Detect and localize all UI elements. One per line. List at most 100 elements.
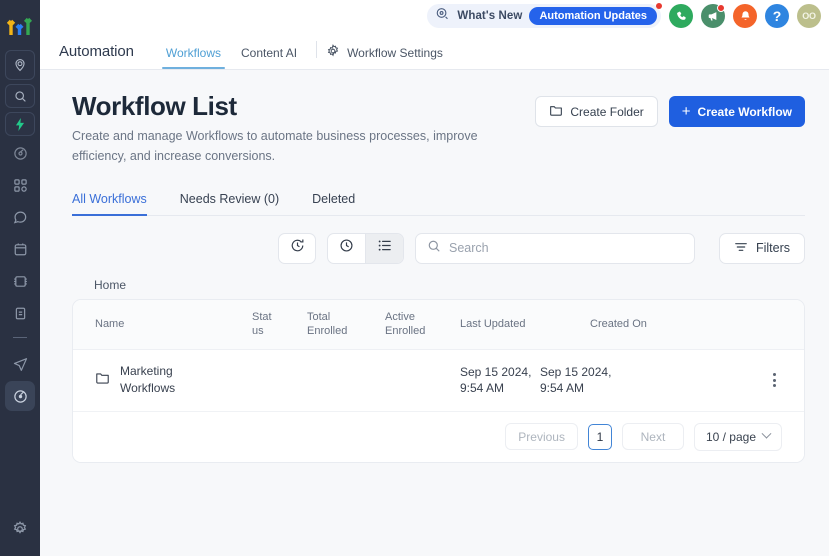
sidebar-item-quick-actions[interactable] [5,112,35,136]
automation-navbar: Automation Workflows Content AI Workflow… [40,32,829,70]
megaphone-announcement-icon[interactable] [701,4,725,28]
create-workflow-button[interactable]: + Create Workflow [668,96,805,127]
workflow-settings-link[interactable]: Workflow Settings [326,44,443,69]
page-size-label: 10 / page [705,429,756,444]
gear-icon [326,44,340,61]
clock-refresh-icon [290,238,305,258]
page-size-select[interactable]: 10 / page [693,422,782,451]
sidebar-item-dashboard[interactable] [5,138,35,168]
page-subtitle: Create and manage Workflows to automate … [72,128,478,164]
search-input[interactable] [449,241,683,256]
conversations-icon [13,210,28,225]
column-header-name: Name [95,317,125,330]
tab-workflows[interactable]: Workflows [156,46,231,69]
filters-button[interactable]: Filters [718,232,805,264]
settings-gear-icon [12,521,28,537]
chevron-down-icon [761,429,772,439]
history-button[interactable] [278,232,316,264]
notification-bell-icon[interactable] [733,4,757,28]
dashboard-icon [13,146,28,161]
page-title: Workflow List [72,91,237,121]
column-header-active-enrolled: Active Enrolled [385,310,426,338]
breadcrumb[interactable]: Home [72,278,805,292]
folder-icon [549,103,563,120]
sidebar-item-calendar[interactable] [5,234,35,264]
left-sidebar [0,0,40,556]
list-toolbar: Filters [72,232,805,264]
nav-separator [316,41,318,58]
top-header-bar: What's New Automation Updates ? OO [40,0,829,32]
sidebar-item-opportunities[interactable] [5,298,35,328]
location-pin-icon [13,58,27,72]
help-question-icon[interactable]: ? [765,4,789,28]
sidebar-item-conversations[interactable] [5,202,35,232]
marketing-send-icon [13,357,28,372]
lightning-bolt-icon [14,117,26,131]
filter-icon [734,240,748,257]
sidebar-top-group [0,50,40,136]
table-row[interactable]: Marketing Workflows Sep 15 2024, 9:54 AM… [73,350,804,412]
row-name-label: Marketing Workflows [120,363,176,396]
cell-created-on: Sep 15 2024, 9:54 AM [540,364,612,396]
whats-new-red-dot [656,3,662,9]
cell-last-updated: Sep 15 2024, 9:54 AM [460,364,532,396]
search-icon [427,239,441,258]
previous-page-button[interactable]: Previous [505,423,578,451]
avatar[interactable]: OO [797,4,821,28]
kebab-menu-icon[interactable] [767,367,782,393]
sidebar-item-contacts[interactable] [5,266,35,296]
page-number-1[interactable]: 1 [587,423,612,450]
sidebar-divider [13,337,27,338]
search-box[interactable] [415,232,695,264]
whats-new-banner[interactable]: What's New Automation Updates [427,3,662,28]
table-header-row: Name Stat us Total Enrolled Active Enrol… [73,299,804,350]
column-header-total-enrolled: Total Enrolled [307,310,348,338]
content-region: Workflow List Create and manage Workflow… [40,70,829,556]
workflow-subtabs: All Workflows Needs Review (0) Deleted [72,192,805,216]
main-area: What's New Automation Updates ? OO Autom… [40,0,829,556]
automation-icon [13,389,28,404]
list-view-button[interactable] [366,233,403,263]
column-header-created-on: Created On [590,317,647,330]
create-folder-label: Create Folder [570,104,644,119]
subtab-deleted[interactable]: Deleted [312,192,370,215]
apps-grid-icon [13,178,28,193]
create-folder-button[interactable]: Create Folder [535,96,658,127]
create-workflow-label: Create Workflow [697,104,792,119]
opportunities-icon [13,306,28,321]
workflow-table-card: Name Stat us Total Enrolled Active Enrol… [72,298,805,463]
search-icon [14,90,27,103]
calendar-icon [13,242,28,257]
column-header-last-updated: Last Updated [460,317,526,330]
sidebar-item-search[interactable] [5,84,35,108]
contacts-icon [13,274,28,289]
cell-name: Marketing Workflows [73,363,248,398]
growth-arrows-logo[interactable] [0,0,40,50]
automation-updates-pill[interactable]: Automation Updates [529,7,657,25]
app-root: What's New Automation Updates ? OO Autom… [0,0,829,556]
tab-content-ai[interactable]: Content AI [231,46,307,69]
sidebar-item-settings[interactable] [5,514,35,544]
whats-new-label: What's New [457,10,523,22]
next-page-button[interactable]: Next [621,423,684,451]
column-header-status: Stat us [252,310,272,338]
sidebar-item-apps[interactable] [5,170,35,200]
folder-icon [95,370,110,390]
view-toggle-group [327,232,404,264]
page-actions: Create Folder + Create Workflow [535,96,805,127]
page-header-row: Workflow List Create and manage Workflow… [72,92,805,167]
recent-view-button[interactable] [328,234,365,263]
sidebar-item-marketing[interactable] [5,349,35,379]
cell-actions [616,367,804,393]
sidebar-item-automation[interactable] [5,381,35,411]
megaphone-badge-dot [717,4,725,12]
phone-call-icon[interactable] [669,4,693,28]
list-view-icon [377,238,392,258]
sparkle-badge-icon [435,6,450,26]
subtab-needs-review[interactable]: Needs Review (0) [180,192,294,215]
subtab-all-workflows[interactable]: All Workflows [72,192,162,216]
workflow-settings-label: Workflow Settings [347,45,443,60]
pagination-bar: Previous 1 Next 10 / page [73,411,804,462]
sidebar-item-location[interactable] [5,50,35,80]
page-brand-title: Automation [59,43,134,60]
